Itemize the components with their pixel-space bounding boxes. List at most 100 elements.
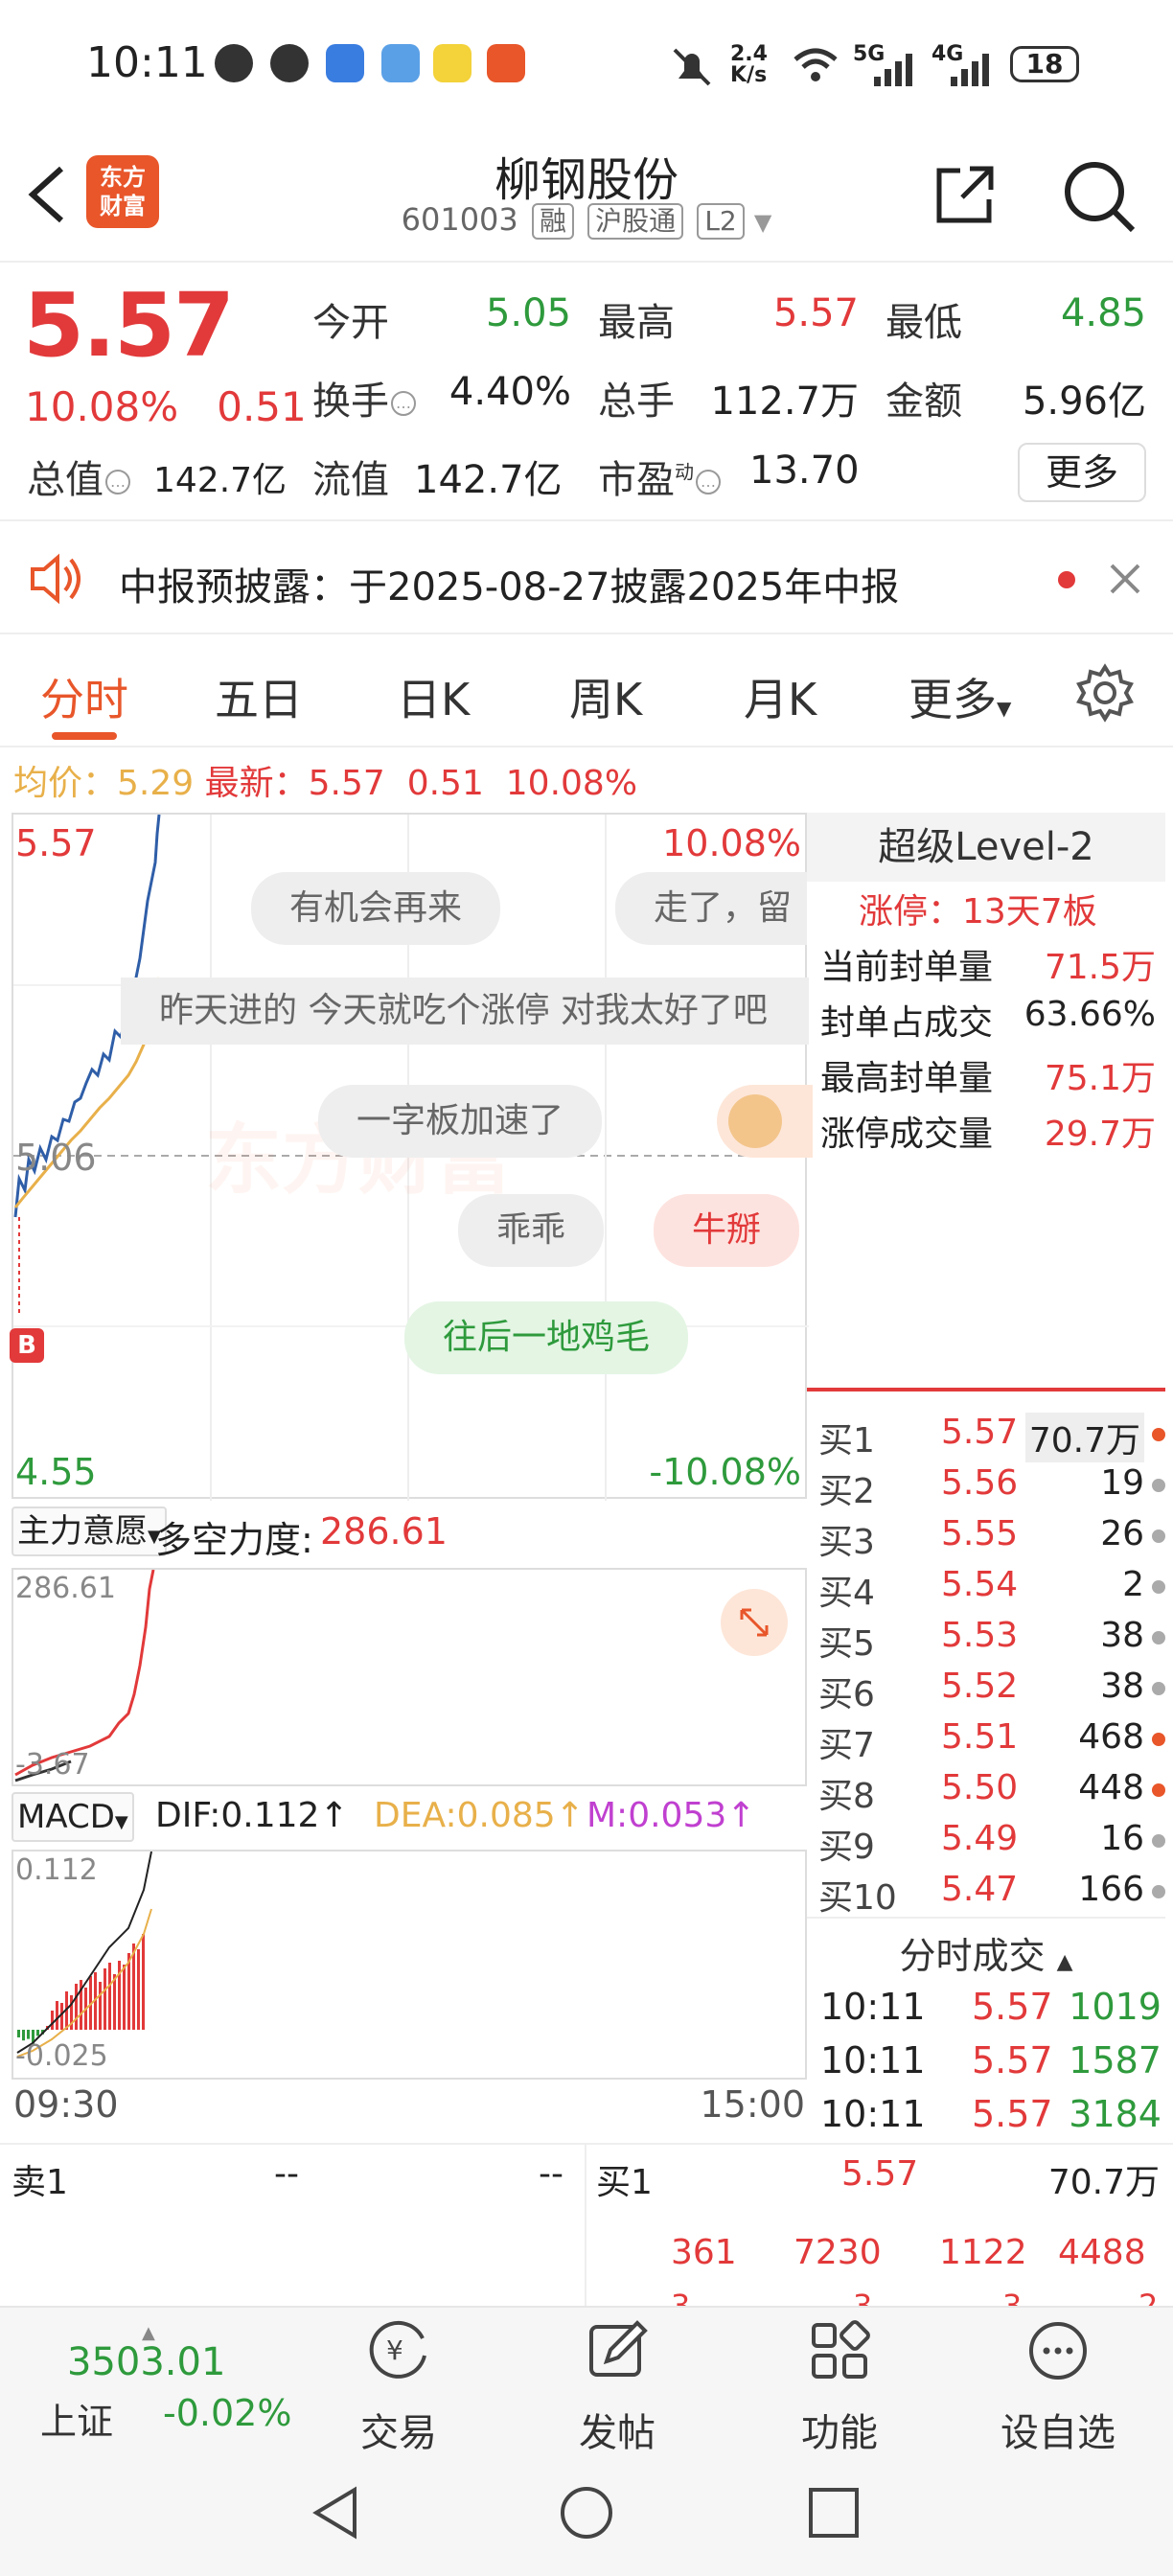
comment-bubble[interactable]: 走了，留 xyxy=(615,872,807,945)
market-cap-value: 142.7亿 xyxy=(153,461,288,500)
battery-icon: 18 xyxy=(1010,46,1079,82)
seal-volume-label: 当前封单量 xyxy=(820,948,994,987)
macd-bar xyxy=(17,2030,20,2037)
bid-volume: 26 xyxy=(1100,1514,1144,1553)
nav-trade[interactable]: ¥ 交易 xyxy=(303,2317,494,2457)
macd-bar xyxy=(51,2011,54,2030)
bid-volume: 2 xyxy=(1122,1565,1144,1604)
macd-plot: 0.112 -0.025 xyxy=(12,1850,807,2080)
index-ticker[interactable]: ▲ 3503.01 上证 -0.02% xyxy=(19,2323,307,2443)
price-change: 10.08% 0.51 xyxy=(25,383,307,430)
more-button[interactable]: 更多 xyxy=(1018,443,1146,502)
macd-bar xyxy=(75,1984,78,2030)
intraday-chart[interactable]: 东方财富 5.57 10.08% 5.06 4.55 -10.08% B 有机会… xyxy=(10,813,813,1501)
macd-dea: DEA:0.085↑ xyxy=(374,1796,585,1835)
limit-up-streak: 涨停：13天7板 xyxy=(859,892,1097,932)
orderbook-row[interactable]: 买3 5.55 26 xyxy=(813,1514,1167,1564)
expand-icon[interactable] xyxy=(721,1589,788,1656)
chevron-down-icon[interactable]: ▼ xyxy=(754,209,771,236)
order-dot-icon xyxy=(1152,1783,1165,1797)
bid-price: 5.50 xyxy=(941,1768,1019,1807)
orderbook-row[interactable]: 买1 5.57 70.7万 xyxy=(813,1413,1167,1462)
caret-down-icon: ▼ xyxy=(114,1812,128,1832)
trade-row: 10:11 5.57 1019 xyxy=(820,1986,1162,2028)
orderbook-row[interactable]: 买2 5.56 19 xyxy=(813,1463,1167,1513)
nav-add-watchlist[interactable]: 设自选 xyxy=(962,2317,1154,2457)
order-book[interactable]: 买1 5.57 70.7万 买2 5.56 19 买3 5.55 26 买4 5.54 2 买5 5.53… xyxy=(807,1388,1167,1918)
max-seal-value: 75.1万 xyxy=(1044,1059,1156,1098)
index-pct: -0.02% xyxy=(163,2392,292,2434)
main-force-indicator[interactable]: 主力意愿▼ 多空力度: 286.61 286.61 -3.67 xyxy=(12,1501,807,1790)
indicator-selector[interactable]: MACD▼ xyxy=(12,1792,134,1842)
bid-level-label: 买2 xyxy=(818,1472,875,1511)
time-sales-title[interactable]: 分时成交 ▲ xyxy=(807,1926,1165,1979)
comment-bubble[interactable]: 一字板加速了 xyxy=(318,1085,603,1158)
order-dot-icon xyxy=(1152,1580,1165,1594)
bid-volume: 448 xyxy=(1078,1768,1144,1807)
settings-gear-icon[interactable] xyxy=(1075,663,1135,723)
market-cap-label[interactable]: 总值… xyxy=(27,448,130,504)
macd-indicator[interactable]: MACD▼ DIF:0.112↑ DEA:0.085↑ M:0.053↑ 0.1… xyxy=(12,1790,807,2145)
order-dot-icon xyxy=(1152,1733,1165,1746)
chart-bottom-price: 4.55 xyxy=(15,1451,97,1493)
unread-dot xyxy=(1058,571,1075,588)
grid-icon xyxy=(812,2320,870,2379)
close-icon[interactable] xyxy=(1108,562,1142,596)
bid-volume: 468 xyxy=(1078,1717,1144,1757)
tab-weekly-k[interactable]: 周K xyxy=(569,665,642,728)
buy-marker[interactable]: B xyxy=(10,1328,44,1363)
system-back-icon[interactable] xyxy=(309,2484,362,2542)
notice-bar[interactable]: 中报预披露：于2025-08-27披露2025年中报 xyxy=(0,523,1173,634)
macd-bar xyxy=(113,1974,116,2030)
system-home-icon[interactable] xyxy=(558,2484,615,2542)
comment-bubble[interactable]: 昨天进的 今天就吃个涨停 对我太好了吧 xyxy=(121,978,809,1045)
comment-bubble[interactable]: 牛掰 xyxy=(654,1194,800,1267)
comment-bubble[interactable]: 乖乖 xyxy=(458,1194,605,1267)
share-icon[interactable] xyxy=(932,161,999,228)
orderbook-row[interactable]: 买6 5.52 38 xyxy=(813,1667,1167,1716)
orderbook-row[interactable]: 买8 5.50 448 xyxy=(813,1768,1167,1818)
macd-bar xyxy=(137,1949,140,2030)
bid-price: 5.52 xyxy=(941,1667,1019,1706)
indicator1-bottom: -3.67 xyxy=(15,1748,90,1782)
comment-bubble-avatar[interactable] xyxy=(717,1085,813,1158)
tab-daily-k[interactable]: 日K xyxy=(397,665,470,728)
app-notification-icon xyxy=(326,44,364,82)
system-recents-icon[interactable] xyxy=(807,2486,861,2540)
macd-bar xyxy=(108,1963,111,2030)
caret-up-icon: ▲ xyxy=(1056,1950,1073,1974)
tab-5day[interactable]: 五日 xyxy=(215,665,303,728)
weather-icon xyxy=(381,44,420,82)
stock-header: 东方 财富 柳钢股份 601003 融 沪股通 L2 ▼ xyxy=(0,134,1173,263)
order-dot-icon xyxy=(1152,1530,1165,1543)
macd-bar xyxy=(27,2030,30,2039)
bottom-orderbook: 卖1 -- -- 买1 5.57 70.7万 361 7230 1122 448… xyxy=(0,2143,1173,2308)
tab-monthly-k[interactable]: 月K xyxy=(744,665,816,728)
macd-top: 0.112 xyxy=(15,1853,98,1887)
orderbook-row[interactable]: 买4 5.54 2 xyxy=(813,1565,1167,1615)
turnover-label[interactable]: 换手… xyxy=(312,370,416,426)
bid-level-label: 买9 xyxy=(818,1828,875,1867)
orderbook-row[interactable]: 买9 5.49 16 xyxy=(813,1819,1167,1869)
queue-vol: 7230 xyxy=(794,2233,882,2272)
tab-more[interactable]: 更多▼ xyxy=(908,665,1011,728)
time-sales[interactable]: 分时成交 ▲ 10:11 5.57 1019 10:11 5.57 1587 10:11… xyxy=(807,1917,1165,2137)
level2-title[interactable]: 超级Level-2 xyxy=(807,813,1165,882)
search-icon[interactable] xyxy=(1060,157,1137,234)
comment-bubble[interactable]: 往后一地鸡毛 xyxy=(404,1301,689,1374)
tab-intraday[interactable]: 分时 xyxy=(40,665,128,728)
bid-level-label: 买6 xyxy=(818,1675,875,1714)
orderbook-row[interactable]: 买5 5.53 38 xyxy=(813,1616,1167,1666)
bid-level-label: 买1 xyxy=(818,1421,875,1460)
pe-label[interactable]: 市盈动… xyxy=(598,448,721,504)
orderbook-row[interactable]: 买10 5.47 166 xyxy=(813,1870,1167,1920)
orderbook-row[interactable]: 买7 5.51 468 xyxy=(813,1717,1167,1767)
nav-post[interactable]: 发帖 xyxy=(521,2317,713,2457)
low-value: 4.85 xyxy=(1060,291,1146,335)
indicator-value: 286.61 xyxy=(320,1510,448,1552)
indicator-selector[interactable]: 主力意愿▼ xyxy=(12,1506,167,1556)
info-icon: … xyxy=(696,470,721,494)
tab-active-indicator xyxy=(52,732,117,740)
comment-bubble[interactable]: 有机会再来 xyxy=(251,872,501,945)
nav-functions[interactable]: 功能 xyxy=(744,2317,935,2457)
